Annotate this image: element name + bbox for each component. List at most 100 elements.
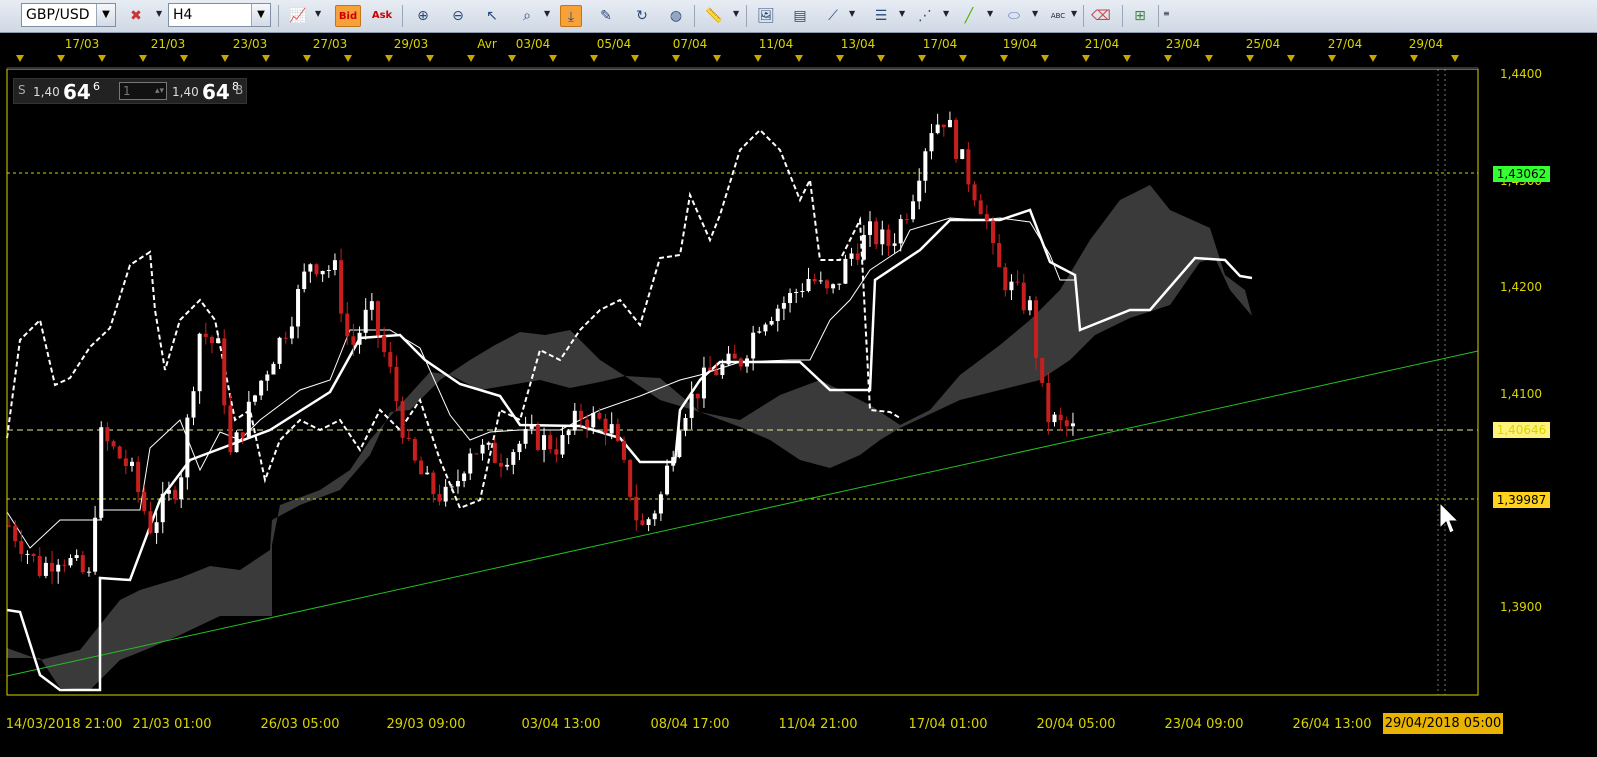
candle-body[interactable] [1027, 300, 1032, 311]
candle-body[interactable] [480, 444, 485, 454]
sell-price[interactable]: 64 [63, 80, 91, 104]
candle-body[interactable] [917, 180, 922, 202]
candle-body[interactable] [505, 464, 510, 467]
chikou-span-line[interactable] [6, 128, 901, 510]
candle-body[interactable] [425, 472, 430, 475]
candle-body[interactable] [929, 133, 934, 152]
candle-body[interactable] [80, 555, 85, 573]
candle-body[interactable] [339, 260, 344, 314]
candle-body[interactable] [898, 219, 903, 244]
candle-body[interactable] [923, 151, 928, 181]
candle-body[interactable] [320, 270, 325, 275]
candle-body[interactable] [7, 525, 11, 527]
candle-body[interactable] [732, 353, 737, 359]
candle-body[interactable] [591, 413, 596, 428]
candle-body[interactable] [203, 333, 208, 337]
candle-body[interactable] [130, 461, 134, 466]
candle-body[interactable] [886, 229, 891, 246]
candle-body[interactable] [1021, 282, 1026, 311]
candle-body[interactable] [806, 279, 811, 292]
candle-body[interactable] [388, 352, 393, 367]
candle-body[interactable] [296, 289, 301, 327]
candle-body[interactable] [99, 427, 104, 518]
candle-body[interactable] [50, 562, 55, 572]
candle-body[interactable] [991, 220, 995, 244]
candle-body[interactable] [209, 336, 214, 344]
candle-body[interactable] [1009, 281, 1014, 291]
candle-body[interactable] [117, 446, 122, 459]
candle-body[interactable] [1052, 414, 1057, 423]
candle-body[interactable] [775, 308, 780, 322]
candle-body[interactable] [800, 291, 805, 293]
candle-body[interactable] [185, 417, 190, 478]
candle-body[interactable] [1015, 281, 1020, 283]
candle-body[interactable] [93, 517, 98, 572]
candle-body[interactable] [941, 124, 946, 128]
candle-body[interactable] [794, 291, 799, 294]
candle-body[interactable] [683, 417, 688, 431]
candle-body[interactable] [560, 435, 565, 455]
candle-body[interactable] [283, 337, 288, 339]
candle-body[interactable] [997, 243, 1002, 268]
candle-body[interactable] [154, 522, 159, 533]
candle-body[interactable] [191, 391, 196, 418]
candle-body[interactable] [394, 366, 399, 402]
candle-body[interactable] [406, 437, 411, 440]
candle-body[interactable] [376, 301, 380, 336]
candle-body[interactable] [86, 571, 91, 573]
candle-body[interactable] [400, 401, 405, 438]
candle-body[interactable] [173, 489, 178, 500]
candle-body[interactable] [947, 119, 952, 128]
candle-body[interactable] [738, 358, 743, 367]
candle-body[interactable] [437, 494, 442, 502]
candle-body[interactable] [757, 331, 762, 333]
candle-body[interactable] [1046, 382, 1051, 423]
candle-body[interactable] [228, 405, 233, 453]
candle-body[interactable] [148, 511, 153, 533]
candle-body[interactable] [585, 419, 590, 428]
candle-body[interactable] [265, 374, 270, 381]
buy-prefix[interactable]: 1,40 [172, 85, 199, 99]
candle-body[interactable] [468, 453, 473, 474]
candle-body[interactable] [74, 555, 79, 558]
spinner-icon[interactable]: ▴▾ [155, 83, 164, 99]
candle-body[interactable] [216, 338, 221, 344]
candle-body[interactable] [13, 525, 18, 542]
candle-body[interactable] [935, 124, 940, 134]
candle-body[interactable] [123, 458, 128, 466]
candle-body[interactable] [904, 219, 909, 221]
candle-body[interactable] [972, 184, 977, 201]
candle-body[interactable] [677, 430, 682, 458]
candle-body[interactable] [714, 370, 719, 376]
candle-body[interactable] [695, 393, 700, 399]
candle-body[interactable] [142, 492, 147, 512]
candle-body[interactable] [308, 264, 313, 272]
candle-body[interactable] [578, 410, 583, 420]
candle-body[interactable] [665, 465, 670, 495]
candle-body[interactable] [369, 301, 374, 310]
candle-body[interactable] [818, 280, 823, 282]
candle-body[interactable] [31, 553, 36, 557]
candle-body[interactable] [443, 486, 448, 502]
candle-body[interactable] [517, 443, 522, 453]
candle-body[interactable] [326, 269, 331, 271]
candle-body[interactable] [431, 472, 436, 495]
candle-body[interactable] [652, 513, 657, 520]
candle-body[interactable] [966, 149, 971, 185]
candle-body[interactable] [831, 284, 836, 289]
candle-body[interactable] [43, 562, 48, 576]
candle-body[interactable] [849, 253, 854, 259]
candle-body[interactable] [197, 333, 202, 392]
candle-body[interactable] [781, 303, 786, 309]
candle-body[interactable] [1003, 267, 1008, 291]
candle-body[interactable] [449, 486, 454, 488]
candle-body[interactable] [843, 258, 848, 284]
candle-body[interactable] [277, 337, 282, 364]
candle-body[interactable] [689, 393, 694, 418]
candle-body[interactable] [824, 280, 829, 289]
candle-body[interactable] [523, 428, 528, 444]
candle-body[interactable] [628, 459, 633, 497]
candle-body[interactable] [289, 326, 294, 339]
candle-body[interactable] [357, 332, 362, 345]
candle-body[interactable] [222, 338, 227, 406]
